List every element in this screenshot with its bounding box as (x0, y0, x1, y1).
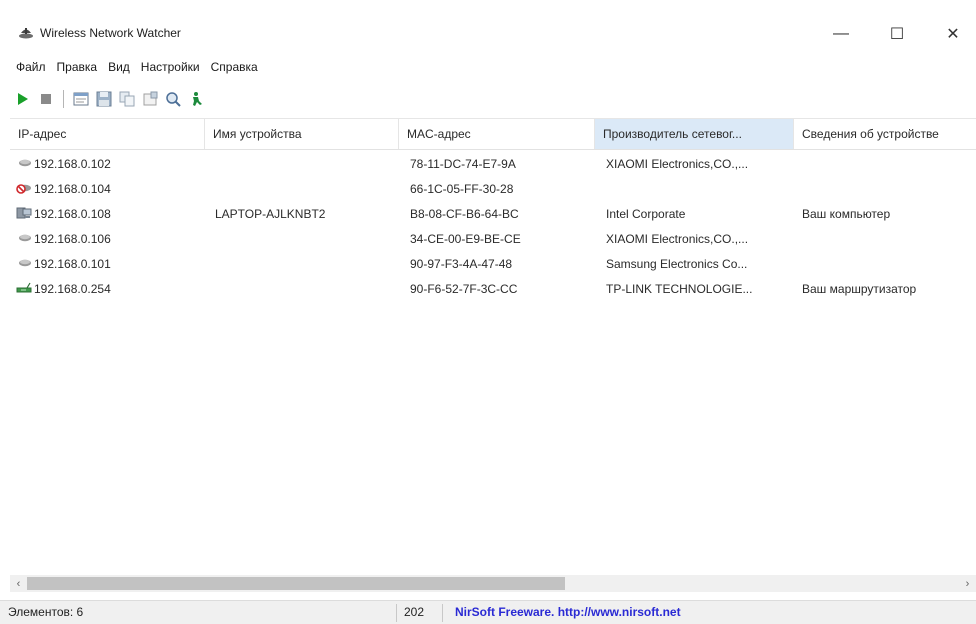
copy-button[interactable] (118, 90, 136, 108)
device-gray-icon (19, 159, 31, 167)
status-divider (396, 604, 397, 622)
exit-button[interactable] (187, 90, 205, 108)
row-vendor: Intel Corporate (606, 207, 686, 221)
device-rows: 192.168.0.102 78-11-DC-74-E7-9A XIAOMI E… (10, 152, 976, 302)
row-ip: 192.168.0.106 (34, 232, 111, 246)
close-button[interactable]: ✕ (930, 18, 976, 50)
scroll-right-arrow-icon[interactable]: › (959, 575, 976, 592)
row-mac: 90-97-F3-4A-47-48 (410, 257, 513, 271)
toolbar-separator (63, 90, 64, 108)
stop-icon (41, 94, 51, 104)
scroll-left-arrow-icon[interactable]: ‹ (10, 575, 27, 592)
row-mac: B8-08-CF-B6-64-BC (410, 207, 519, 221)
row-device-name (215, 252, 395, 277)
menu-help[interactable]: Справка (211, 60, 258, 74)
row-device-name (215, 152, 395, 177)
play-icon (18, 93, 28, 105)
menu-file[interactable]: Файл (16, 60, 46, 74)
table-row[interactable]: 192.168.0.104 66-1C-05-FF-30-28 (10, 177, 976, 202)
device-gray-icon (19, 259, 31, 267)
start-scan-button[interactable] (14, 90, 32, 108)
row-ip: 192.168.0.104 (34, 182, 111, 196)
advanced-options-button[interactable] (164, 90, 182, 108)
row-device-name (215, 277, 395, 302)
row-mac: 90-F6-52-7F-3C-CC (410, 282, 518, 296)
column-header-device-info[interactable]: Сведения об устройстве (794, 119, 976, 149)
status-item-count: Элементов: 6 (8, 605, 84, 619)
properties-icon (143, 91, 158, 106)
row-mac: 78-11-DC-74-E7-9A (410, 157, 516, 171)
row-mac: 34-CE-00-E9-BE-CE (410, 232, 521, 246)
menu-bar: Файл Правка Вид Настройки Справка (0, 55, 976, 79)
column-header-mac[interactable]: MAC-адрес (399, 119, 595, 149)
row-ip: 192.168.0.101 (34, 257, 111, 271)
router-icon (16, 282, 32, 293)
window-title: Wireless Network Watcher (40, 26, 181, 40)
stop-scan-button[interactable] (37, 90, 55, 108)
row-vendor: XIAOMI Electronics,CO.,... (606, 232, 749, 246)
column-header-device-name[interactable]: Имя устройства (205, 119, 399, 149)
column-header-row: IP-адрес Имя устройства MAC-адрес Произв… (10, 119, 976, 150)
toolbar (0, 84, 976, 114)
exit-icon (193, 92, 202, 106)
app-satellite-icon (19, 28, 33, 39)
row-vendor: Samsung Electronics Co... (606, 257, 748, 271)
row-ip: 192.168.0.108 (34, 207, 111, 221)
menu-settings[interactable]: Настройки (141, 60, 200, 74)
computer-icon (16, 207, 32, 219)
row-vendor (606, 177, 796, 202)
copy-icon (119, 91, 135, 107)
row-device-name (215, 227, 395, 252)
status-divider (442, 604, 443, 622)
save-icon (96, 91, 112, 107)
row-device-info (802, 152, 976, 177)
menu-edit[interactable]: Правка (57, 60, 98, 74)
row-ip: 192.168.0.254 (34, 282, 111, 296)
status-bar: Элементов: 6 202 NirSoft Freeware. http:… (0, 600, 976, 624)
row-vendor: XIAOMI Electronics,CO.,... (606, 157, 749, 171)
row-device-info (802, 227, 976, 252)
scrollbar-thumb[interactable] (27, 577, 565, 590)
table-row[interactable]: 192.168.0.101 90-97-F3-4A-47-48 Samsung … (10, 252, 976, 277)
row-mac: 66-1C-05-FF-30-28 (410, 182, 514, 196)
device-list[interactable]: IP-адрес Имя устройства MAC-адрес Произв… (10, 118, 976, 597)
table-row[interactable]: 192.168.0.106 34-CE-00-E9-BE-CE XIAOMI E… (10, 227, 976, 252)
html-report-button[interactable] (72, 90, 90, 108)
table-row[interactable]: 192.168.0.254 90-F6-52-7F-3C-CC TP-LINK … (10, 277, 976, 302)
status-number: 202 (404, 605, 425, 619)
row-device-info (802, 177, 976, 202)
save-button[interactable] (95, 90, 113, 108)
table-row[interactable]: 192.168.0.102 78-11-DC-74-E7-9A XIAOMI E… (10, 152, 976, 177)
row-device-info: Ваш компьютер (802, 207, 891, 221)
advanced-options-icon (166, 92, 181, 107)
row-vendor: TP-LINK TECHNOLOGIE... (606, 282, 753, 296)
menu-view[interactable]: Вид (108, 60, 130, 74)
row-device-name (215, 177, 395, 202)
column-header-vendor[interactable]: Производитель сетевог... (595, 119, 794, 149)
html-report-icon (73, 92, 89, 106)
title-bar: Wireless Network Watcher — ☐ ✕ (0, 0, 976, 52)
column-header-ip[interactable]: IP-адрес (10, 119, 205, 149)
device-offline-icon (16, 184, 31, 194)
minimize-button[interactable]: — (818, 18, 864, 50)
row-device-name: LAPTOP-AJLKNBT2 (215, 207, 326, 221)
table-row[interactable]: 192.168.0.108 LAPTOP-AJLKNBT2 B8-08-CF-B… (10, 202, 976, 227)
row-ip: 192.168.0.102 (34, 157, 111, 171)
horizontal-scrollbar[interactable]: ‹ › (10, 575, 976, 592)
row-device-info: Ваш маршрутизатор (802, 282, 917, 296)
row-device-info (802, 252, 976, 277)
nirsoft-link[interactable]: NirSoft Freeware. http://www.nirsoft.net (455, 601, 681, 624)
properties-button[interactable] (141, 90, 159, 108)
maximize-button[interactable]: ☐ (874, 18, 920, 50)
device-gray-icon (19, 234, 31, 242)
